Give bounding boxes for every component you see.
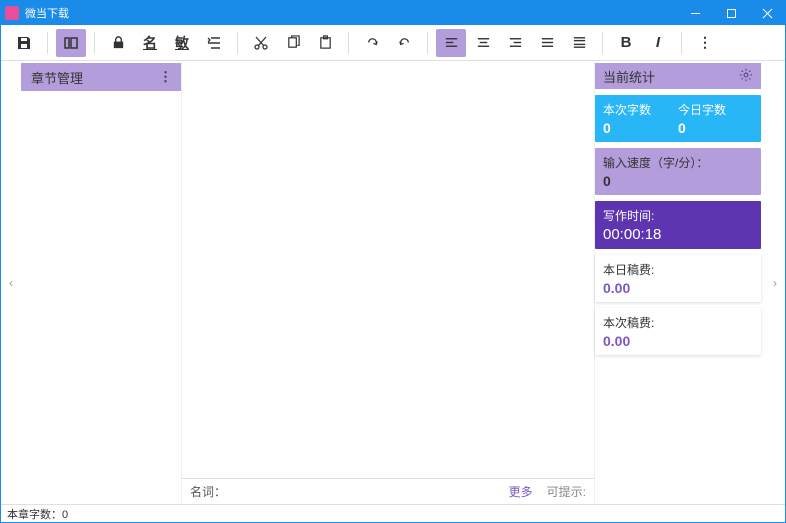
speed-label: 输入速度（字/分）： [603,154,753,171]
indent-button[interactable] [199,29,229,57]
cut-button[interactable] [246,29,276,57]
lock-button[interactable] [103,29,133,57]
time-value: 00:00:18 [603,226,753,243]
stats-title: 当前统计 [603,67,655,86]
this-count-label: 本次字数 [603,101,678,118]
sidebar-header: 章节管理 ⋮ [21,63,181,91]
editor-bottombar: 名词： 更多 可提示: [182,478,594,504]
hint-label: 可提示: [547,483,586,500]
align-left-button[interactable] [436,29,466,57]
this-fee-card: 本次稿费: 0.00 [595,308,761,355]
today-count-label: 今日字数 [678,101,753,118]
today-fee-value: 0.00 [603,280,753,296]
bold-button[interactable]: B [611,29,641,57]
more-link[interactable]: 更多 [509,483,533,500]
paste-button[interactable] [310,29,340,57]
time-card: 写作时间: 00:00:18 [595,201,761,249]
stats-panel: 当前统计 本次字数 0 今日字数 0 输入速度（字/分）： 0 写作时间: 00… [595,61,765,504]
maximize-button[interactable] [713,1,749,25]
today-count-value: 0 [678,120,753,136]
save-button[interactable] [9,29,39,57]
editor-wrap: 名词： 更多 可提示: [181,61,595,504]
more-button[interactable]: ⋮ [690,29,720,57]
chapter-count-label: 本章字数：0 [7,506,68,522]
name-button[interactable]: 名 [135,29,165,57]
italic-button[interactable]: I [643,29,673,57]
redo-button[interactable] [357,29,387,57]
this-fee-label: 本次稿费: [603,314,753,331]
collapse-left-button[interactable]: ‹ [1,61,21,504]
titlebar: 微当下载 [1,1,785,25]
app-icon [5,6,19,20]
copy-button[interactable] [278,29,308,57]
sidebar-title: 章节管理 [31,68,83,87]
main-area: ‹ 章节管理 ⋮ 名词： 更多 可提示: 当前统计 本次字数 0 今日字数 0 [1,61,785,504]
speed-card: 输入速度（字/分）： 0 [595,148,761,195]
this-fee-value: 0.00 [603,333,753,349]
word-count-card: 本次字数 0 今日字数 0 [595,95,761,142]
sensitive-button[interactable]: 敏 [167,29,197,57]
noun-label: 名词： [190,483,226,500]
speed-value: 0 [603,173,753,189]
sidebar: 章节管理 ⋮ [21,61,181,504]
window-title: 微当下载 [25,5,69,21]
statusbar: 本章字数：0 [1,504,785,522]
align-dist-button[interactable] [564,29,594,57]
today-fee-card: 本日稿费: 0.00 [595,255,761,302]
gear-icon[interactable] [739,68,753,85]
collapse-right-button[interactable]: › [765,61,785,504]
layout-button[interactable] [56,29,86,57]
close-button[interactable] [749,1,785,25]
align-center-button[interactable] [468,29,498,57]
today-fee-label: 本日稿费: [603,261,753,278]
time-label: 写作时间: [603,207,753,224]
this-count-value: 0 [603,120,678,136]
editor-textarea[interactable] [182,61,594,478]
align-justify-button[interactable] [532,29,562,57]
undo-button[interactable] [389,29,419,57]
stats-header: 当前统计 [595,63,761,89]
toolbar: 名 敏 B I ⋮ [1,25,785,61]
align-right-button[interactable] [500,29,530,57]
minimize-button[interactable] [677,1,713,25]
sidebar-menu-button[interactable]: ⋮ [159,69,171,85]
